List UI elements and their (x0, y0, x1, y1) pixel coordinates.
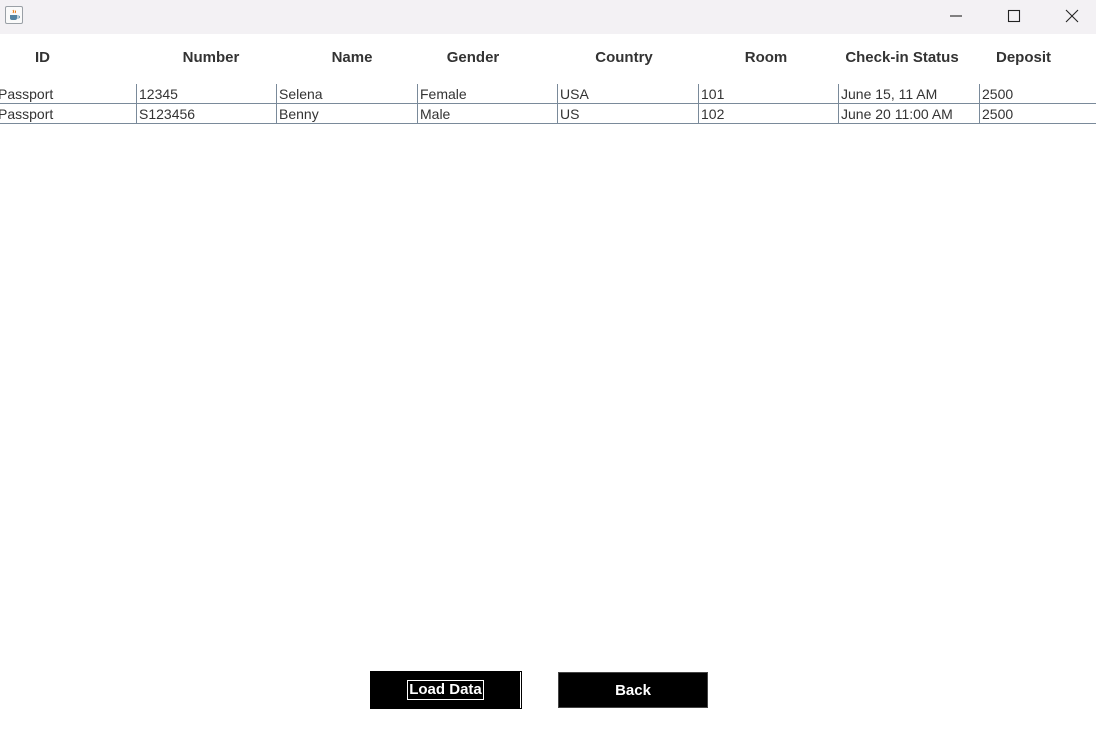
maximize-icon (1007, 9, 1021, 23)
load-data-button[interactable]: Load Data (370, 671, 522, 709)
column-header-deposit[interactable]: Deposit (975, 48, 1072, 68)
table-cell[interactable]: S123456 (136, 104, 276, 123)
minimize-icon (950, 15, 962, 17)
table-header: ID Number Name Gender Country Room Check… (0, 34, 1096, 82)
table-cell[interactable]: June 15, 11 AM (838, 84, 979, 103)
column-header-gender[interactable]: Gender (403, 48, 543, 68)
table-cell[interactable]: US (557, 104, 698, 123)
table-cell[interactable]: Passport (0, 104, 136, 123)
load-data-label: Load Data (407, 680, 484, 700)
table-cell[interactable]: 102 (698, 104, 838, 123)
table-cell[interactable]: Male (417, 104, 557, 123)
table-cell[interactable]: Selena (276, 84, 417, 103)
table-cell[interactable]: 12345 (136, 84, 276, 103)
back-label: Back (615, 681, 651, 699)
close-button[interactable] (1043, 0, 1096, 32)
table-cell[interactable]: Female (417, 84, 557, 103)
table-body: Passport 12345 Selena Female USA 101 Jun… (0, 84, 1096, 124)
column-header-country[interactable]: Country (554, 48, 694, 68)
table-row[interactable]: Passport 12345 Selena Female USA 101 Jun… (0, 84, 1096, 104)
back-button[interactable]: Back (558, 672, 708, 708)
table-cell[interactable]: Passport (0, 84, 136, 103)
close-icon (1065, 9, 1079, 23)
column-header-checkin-status[interactable]: Check-in Status (832, 48, 972, 68)
app-window: ID Number Name Gender Country Room Check… (0, 0, 1096, 732)
table-row[interactable]: Passport S123456 Benny Male US 102 June … (0, 104, 1096, 124)
maximize-button[interactable] (985, 0, 1043, 32)
minimize-button[interactable] (927, 0, 985, 32)
table-cell[interactable]: 101 (698, 84, 838, 103)
column-header-name[interactable]: Name (282, 48, 422, 68)
data-table[interactable]: ID Number Name Gender Country Room Check… (0, 34, 1096, 634)
table-cell[interactable]: USA (557, 84, 698, 103)
column-header-room[interactable]: Room (696, 48, 836, 68)
table-cell[interactable]: June 20 11:00 AM (838, 104, 979, 123)
java-cup-icon[interactable] (5, 6, 23, 24)
column-header-number[interactable]: Number (141, 48, 281, 68)
table-cell[interactable]: 2500 (979, 104, 1096, 123)
column-header-id[interactable]: ID (0, 48, 85, 68)
title-bar (0, 0, 1096, 34)
table-cell[interactable]: Benny (276, 104, 417, 123)
table-cell[interactable]: 2500 (979, 84, 1096, 103)
